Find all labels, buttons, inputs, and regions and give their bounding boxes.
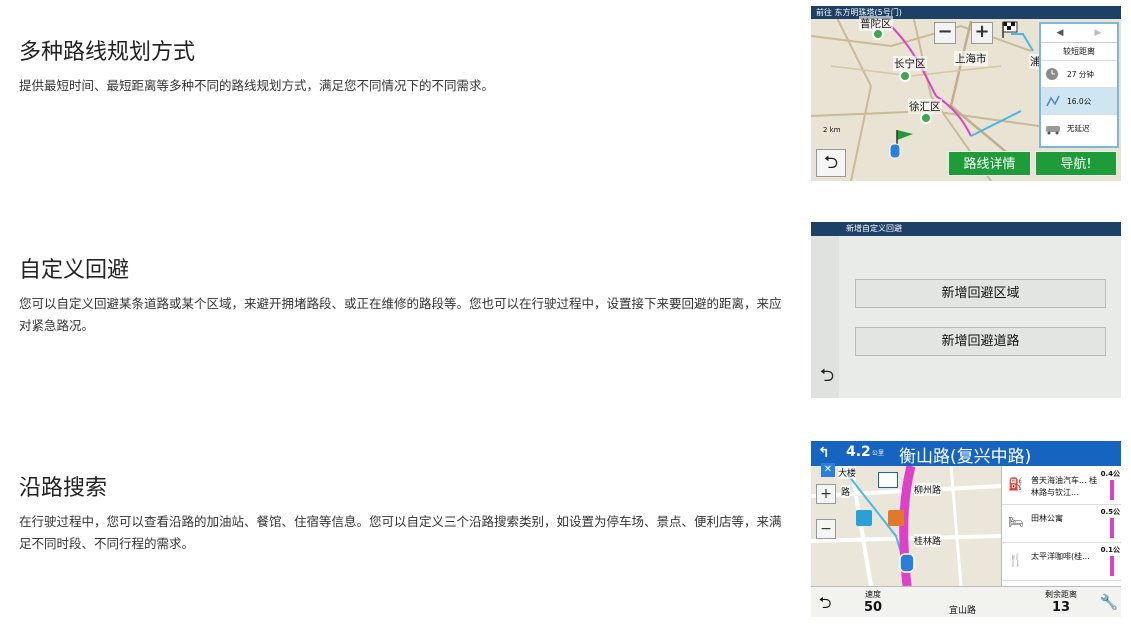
add-avoid-road-button[interactable]: 新增回避道路 <box>855 327 1106 356</box>
remaining-distance-value: 13 <box>1051 600 1071 615</box>
avoidance-title-bar: 新增自定义回避 <box>811 222 1121 236</box>
avoidance-screenshot: 新增自定义回避 新增回避区域 新增回避道路 ⮌ <box>811 222 1121 398</box>
route-map-screenshot: 前往 东方明珠塔(5号门) − + 普陀区 长宁区 上海市 浦 徐汇区 2 km… <box>811 6 1121 181</box>
poi-name: 普天海油汽车... 桂林路与钦江... <box>1031 476 1098 497</box>
feature-title-along-route-search: 沿路搜索 <box>19 476 108 501</box>
food-icon: 🍴 <box>1008 553 1023 567</box>
feature-title-route-planning: 多种路线规划方式 <box>19 40 196 65</box>
poi-name: 太平洋咖啡(桂... <box>1031 552 1090 561</box>
map-label-road: 路 <box>841 485 851 498</box>
poi-position-bar <box>1110 518 1114 538</box>
along-route-screenshot: ↰ 4.2 公里 衡山路(复兴中路) + − ✕ 大楼 路 柳州路 桂林路 ⛽ … <box>811 441 1121 617</box>
food-icon <box>888 510 904 526</box>
map-label-shanghai: 上海市 <box>954 51 988 66</box>
poi-position-bar <box>1110 480 1114 500</box>
poi-name: 田林公寓 <box>1031 514 1063 523</box>
feature-desc-route-planning: 提供最短时间、最短距离等多种不同的路线规划方式，满足您不同情况下的不同需求。 <box>19 78 495 93</box>
fuel-icon <box>856 510 872 526</box>
map-scale: 2 km <box>823 126 841 134</box>
vehicle-icon <box>888 142 902 160</box>
speed-value: 50 <box>863 600 883 615</box>
bed-icon: 🛏 <box>1008 515 1024 529</box>
poi-distance: 0.1公 <box>1100 546 1120 554</box>
route-details-button[interactable]: 路线详情 <box>948 151 1031 176</box>
route-distance-value: 16.0公 <box>1067 96 1092 106</box>
add-avoid-area-button[interactable]: 新增回避区域 <box>855 279 1106 308</box>
back-button[interactable]: ⮌ <box>816 365 838 387</box>
route-option-title: 较短距离 <box>1063 47 1095 56</box>
route-icon <box>1045 94 1061 108</box>
map-poi-dot <box>920 112 932 124</box>
poi-position-bar <box>1110 556 1114 576</box>
car-icon <box>1045 121 1061 135</box>
bottom-road-name: 宜山路 <box>949 606 977 616</box>
poi-distance: 0.5公 <box>1100 508 1120 516</box>
route-option-nav: ◀ ▶ <box>1041 24 1117 43</box>
map-label-liuzhou: 柳州路 <box>914 483 942 496</box>
checkered-flag-icon <box>1001 20 1019 38</box>
remaining-distance-label: 剩余距离 <box>1045 590 1077 599</box>
remaining-distance-display[interactable]: 剩余距离 13 <box>1026 587 1096 617</box>
poi-item-fuel[interactable]: ⛽ 普天海油汽车... 桂林路与钦江... 0.4公 <box>1002 466 1121 505</box>
speed-display[interactable]: 速度 50 <box>841 587 905 617</box>
route-traffic-value: 无延迟 <box>1067 123 1090 133</box>
turn-left-icon: ↰ <box>818 445 830 461</box>
feature-desc-custom-avoid: 您可以自定义回避某条道路或某个区域，来避开拥堵路段、或正在维修的路段等。您也可以… <box>19 296 782 333</box>
next-turn-distance: 4.2 <box>846 444 871 460</box>
along-route-poi-panel: ⛽ 普天海油汽车... 桂林路与钦江... 0.4公 🛏 田林公寓 0.5公 🍴… <box>1001 466 1121 586</box>
wrench-icon[interactable]: 🔧 <box>1097 587 1121 617</box>
back-button[interactable]: ⮌ <box>811 587 839 617</box>
map-label-guilin: 桂林路 <box>914 534 942 547</box>
fuel-icon: ⛽ <box>1008 477 1023 491</box>
map-label-building: 大楼 <box>838 466 857 479</box>
map-poi-dot <box>872 28 884 40</box>
route-options-panel: ◀ ▶ 较短距离 27 分钟 16.0公 无延迟 <box>1039 22 1119 148</box>
next-route-icon[interactable]: ▶ <box>1095 28 1102 38</box>
route-option-traffic[interactable]: 无延迟 <box>1041 114 1117 141</box>
current-road: 衡山路(复兴中路) <box>899 447 1032 467</box>
prev-route-icon[interactable]: ◀ <box>1057 28 1064 38</box>
speed-label: 速度 <box>865 590 881 599</box>
zoom-in-button[interactable]: + <box>971 22 993 44</box>
feature-title-custom-avoid: 自定义回避 <box>19 258 130 283</box>
map-poi-dot <box>899 70 911 82</box>
zoom-out-button[interactable]: − <box>934 22 956 44</box>
poi-distance: 0.4公 <box>1100 470 1120 478</box>
map-label-changning: 长宁区 <box>893 56 927 71</box>
back-button[interactable]: ⮌ <box>816 149 846 177</box>
go-button[interactable]: 导航! <box>1035 151 1117 176</box>
route-option-time[interactable]: 27 分钟 <box>1041 60 1117 87</box>
route-option-distance[interactable]: 16.0公 <box>1041 87 1117 114</box>
poi-item-lodging[interactable]: 🛏 田林公寓 0.5公 <box>1002 504 1121 543</box>
route-time-value: 27 分钟 <box>1067 69 1094 79</box>
close-map-icon[interactable]: ✕ <box>821 463 835 477</box>
clock-icon <box>1045 67 1061 81</box>
navigation-bar: ↰ 4.2 公里 衡山路(复兴中路) <box>811 441 1121 467</box>
bed-icon <box>878 472 898 488</box>
poi-item-food[interactable]: 🍴 太平洋咖啡(桂... 0.1公 <box>1002 542 1121 581</box>
next-turn-unit: 公里 <box>872 450 885 457</box>
feature-desc-along-route-search: 在行驶过程中，您可以查看沿路的加油站、餐馆、住宿等信息。您可以自定义三个沿路搜索… <box>19 514 782 551</box>
destination-bar: 前往 东方明珠塔(5号门) <box>811 6 1121 19</box>
zoom-in-button[interactable]: + <box>816 484 836 504</box>
zoom-out-button[interactable]: − <box>816 519 836 539</box>
vehicle-icon <box>898 552 916 574</box>
